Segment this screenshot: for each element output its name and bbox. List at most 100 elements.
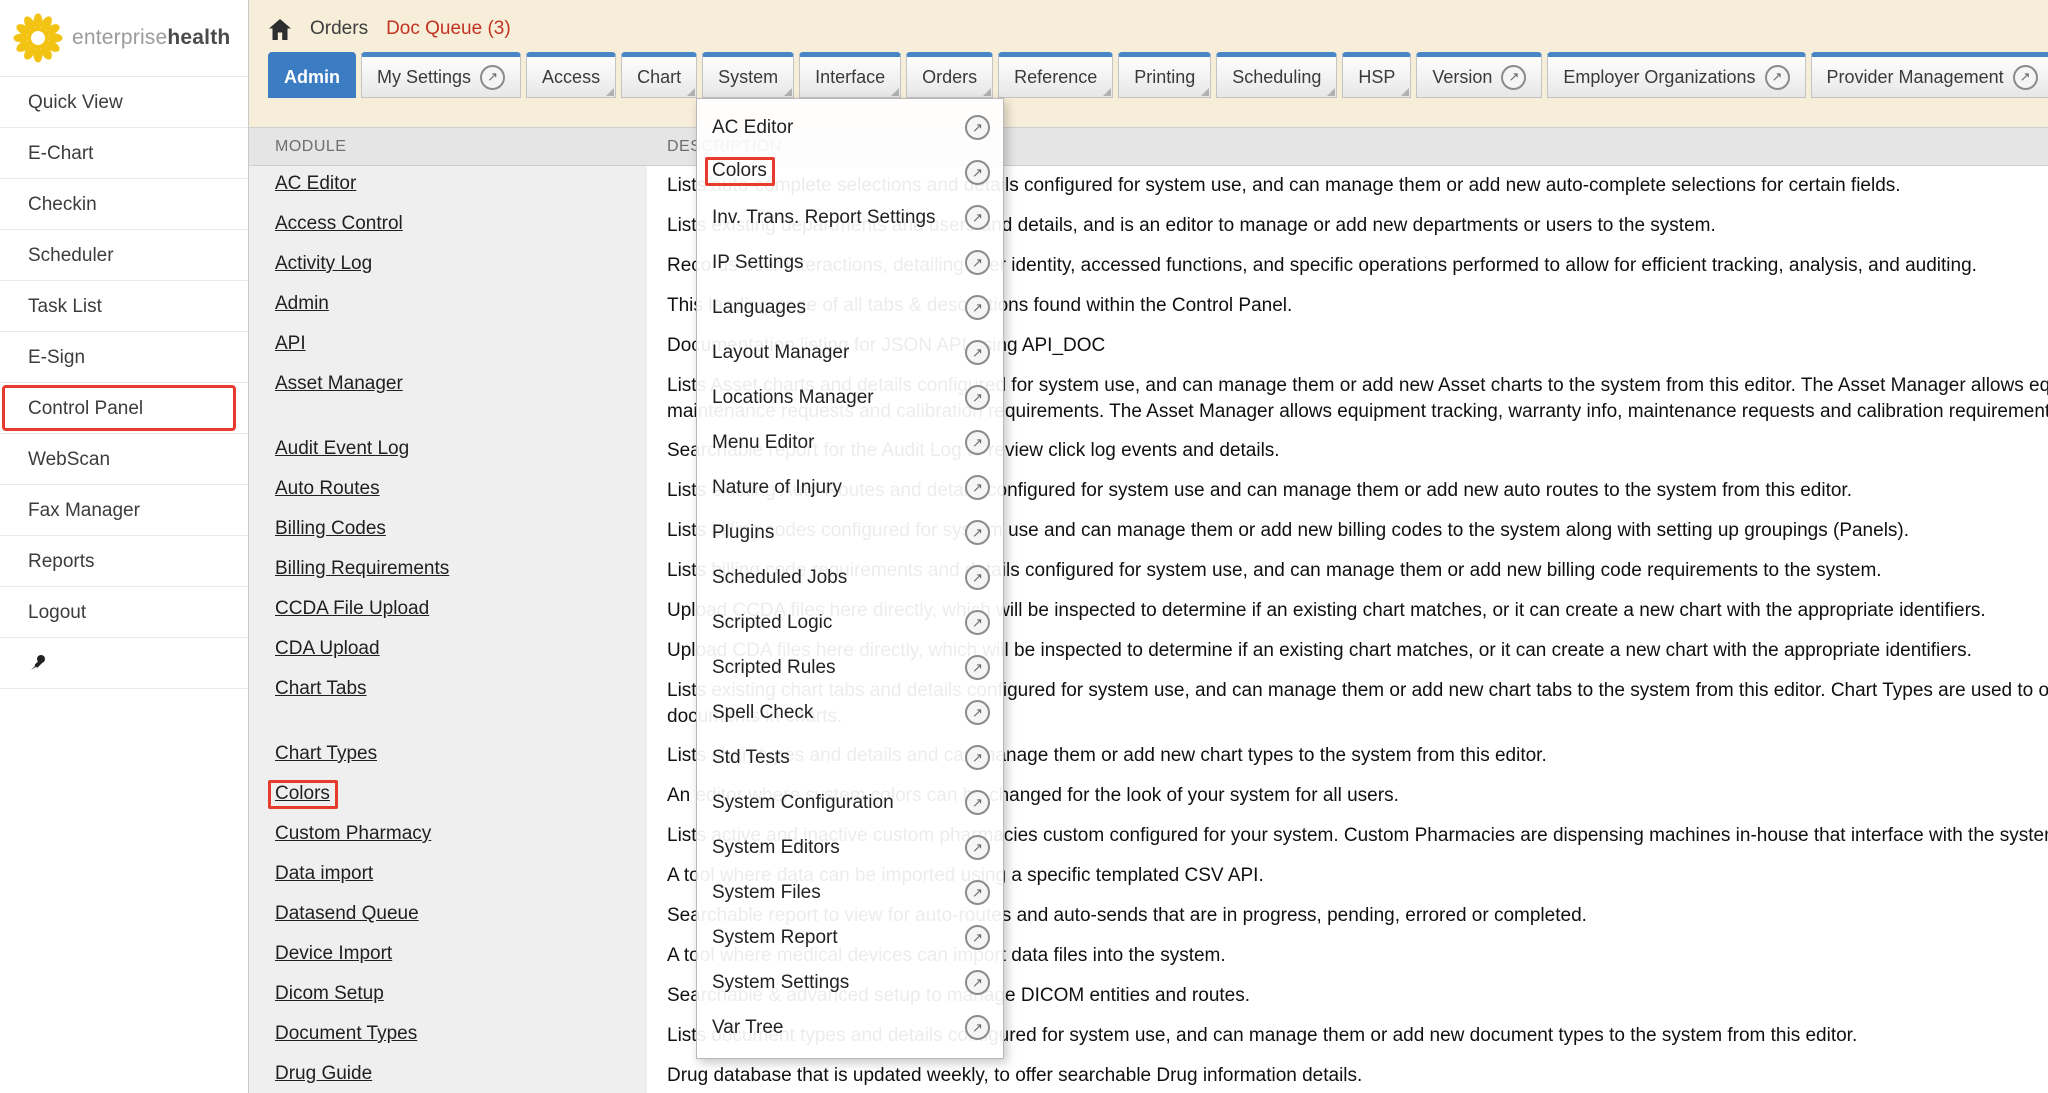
open-in-new-icon[interactable]: ↗ — [965, 655, 990, 680]
system-menu-item[interactable]: System Settings ↗ — [697, 960, 1003, 1005]
open-in-new-icon[interactable]: ↗ — [965, 700, 990, 725]
open-in-new-icon[interactable]: ↗ — [965, 115, 990, 140]
system-menu-item[interactable]: System Report ↗ — [697, 915, 1003, 960]
module-link[interactable]: Drug Guide — [275, 1063, 372, 1084]
tab[interactable]: System ↗ — [702, 52, 794, 98]
tab[interactable]: Interface ↗ — [799, 52, 901, 98]
system-menu-item[interactable]: Menu Editor ↗ — [697, 420, 1003, 465]
module-link[interactable]: CDA Upload — [275, 638, 380, 659]
module-link[interactable]: Billing Requirements — [275, 558, 449, 579]
module-link[interactable]: Admin — [275, 293, 329, 314]
module-link[interactable]: API — [275, 333, 306, 354]
open-in-new-icon[interactable]: ↗ — [965, 925, 990, 950]
open-in-new-icon[interactable]: ↗ — [965, 1015, 990, 1040]
system-menu-item[interactable]: AC Editor ↗ — [697, 105, 1003, 150]
system-menu-item[interactable]: IP Settings ↗ — [697, 240, 1003, 285]
system-menu-item[interactable]: Colors ↗ — [697, 150, 1003, 195]
module-link[interactable]: Chart Tabs — [275, 678, 367, 699]
system-menu-item[interactable]: Scripted Rules ↗ — [697, 645, 1003, 690]
module-link[interactable]: Auto Routes — [275, 478, 380, 499]
sidebar-item[interactable]: E-Sign — [0, 332, 248, 383]
open-in-new-icon[interactable]: ↗ — [965, 745, 990, 770]
system-menu-item[interactable]: Locations Manager ↗ — [697, 375, 1003, 420]
system-menu-item[interactable]: Plugins ↗ — [697, 510, 1003, 555]
module-link[interactable]: Datasend Queue — [275, 903, 419, 924]
open-in-new-icon[interactable]: ↗ — [965, 880, 990, 905]
module-link[interactable]: Document Types — [275, 1023, 417, 1044]
module-link[interactable]: Audit Event Log — [275, 438, 409, 459]
system-menu-item[interactable]: System Files ↗ — [697, 870, 1003, 915]
menu-item-label: System Settings — [712, 972, 849, 993]
table-row: Document Types Lists document types and … — [249, 1016, 2048, 1056]
tab[interactable]: Reference ↗ — [998, 52, 1113, 98]
tab[interactable]: Orders ↗ — [906, 52, 993, 98]
module-link[interactable]: AC Editor — [275, 173, 356, 194]
module-link[interactable]: Chart Types — [275, 743, 377, 764]
module-link[interactable]: Access Control — [275, 213, 403, 234]
module-link[interactable]: Custom Pharmacy — [275, 823, 431, 844]
system-menu-item[interactable]: Scheduled Jobs ↗ — [697, 555, 1003, 600]
open-in-new-icon[interactable]: ↗ — [965, 160, 990, 185]
open-in-new-icon[interactable]: ↗ — [965, 970, 990, 995]
tab[interactable]: Chart ↗ — [621, 52, 697, 98]
open-in-new-icon[interactable]: ↗ — [965, 475, 990, 500]
system-menu-item[interactable]: Nature of Injury ↗ — [697, 465, 1003, 510]
open-in-new-icon[interactable]: ↗ — [965, 790, 990, 815]
sidebar-pin-row — [0, 638, 248, 689]
open-in-new-icon[interactable]: ↗ — [965, 430, 990, 455]
system-menu-item[interactable]: Var Tree ↗ — [697, 1005, 1003, 1050]
sidebar-item[interactable]: Control Panel — [0, 383, 248, 434]
tab[interactable]: Version ↗ — [1416, 52, 1542, 98]
pin-icon[interactable] — [28, 653, 48, 673]
module-link[interactable]: Billing Codes — [275, 518, 386, 539]
module-link[interactable]: Colors — [275, 783, 330, 804]
home-icon[interactable] — [268, 18, 292, 41]
system-menu-item[interactable]: Inv. Trans. Report Settings ↗ — [697, 195, 1003, 240]
open-in-new-icon[interactable]: ↗ — [965, 520, 990, 545]
sidebar-item[interactable]: Logout — [0, 587, 248, 638]
breadcrumb-doc-queue[interactable]: Doc Queue (3) — [386, 18, 511, 40]
system-menu-item[interactable]: Spell Check ↗ — [697, 690, 1003, 735]
open-in-new-icon[interactable]: ↗ — [965, 565, 990, 590]
module-link[interactable]: Device Import — [275, 943, 392, 964]
system-menu-item[interactable]: Std Tests ↗ — [697, 735, 1003, 780]
open-in-new-icon[interactable]: ↗ — [965, 340, 990, 365]
open-in-new-icon[interactable]: ↗ — [965, 250, 990, 275]
module-link[interactable]: Dicom Setup — [275, 983, 384, 1004]
tab-label: Version — [1432, 67, 1492, 88]
tab[interactable]: My Settings ↗ — [361, 52, 521, 98]
sidebar-item[interactable]: E-Chart — [0, 128, 248, 179]
menu-item-label: IP Settings — [712, 252, 804, 273]
sidebar-item[interactable]: Checkin — [0, 179, 248, 230]
open-in-new-icon[interactable]: ↗ — [965, 835, 990, 860]
system-menu-item[interactable]: System Configuration ↗ — [697, 780, 1003, 825]
tab[interactable]: Provider Management ↗ — [1811, 52, 2048, 98]
system-menu-item[interactable]: Languages ↗ — [697, 285, 1003, 330]
system-menu-item[interactable]: Scripted Logic ↗ — [697, 600, 1003, 645]
table-row: Billing Requirements Lists billing code … — [249, 551, 2048, 591]
sidebar-item[interactable]: Scheduler — [0, 230, 248, 281]
tab[interactable]: Admin ↗ — [268, 52, 356, 98]
open-in-new-icon[interactable]: ↗ — [965, 610, 990, 635]
sidebar-item[interactable]: WebScan — [0, 434, 248, 485]
open-in-new-icon[interactable]: ↗ — [965, 385, 990, 410]
breadcrumb-orders[interactable]: Orders — [310, 18, 368, 40]
tab[interactable]: Scheduling ↗ — [1216, 52, 1337, 98]
tab[interactable]: Access ↗ — [526, 52, 616, 98]
module-link[interactable]: Data import — [275, 863, 373, 884]
sidebar-item[interactable]: Quick View — [0, 77, 248, 128]
sidebar-item[interactable]: Reports — [0, 536, 248, 587]
sidebar-item[interactable]: Task List — [0, 281, 248, 332]
tab-label: Reference — [1014, 67, 1097, 88]
system-menu-item[interactable]: Layout Manager ↗ — [697, 330, 1003, 375]
tab[interactable]: Printing ↗ — [1118, 52, 1211, 98]
sidebar-item[interactable]: Fax Manager — [0, 485, 248, 536]
open-in-new-icon[interactable]: ↗ — [965, 205, 990, 230]
tab[interactable]: Employer Organizations ↗ — [1547, 52, 1805, 98]
system-menu-item[interactable]: System Editors ↗ — [697, 825, 1003, 870]
module-link[interactable]: Asset Manager — [275, 373, 403, 394]
module-link[interactable]: Activity Log — [275, 253, 372, 274]
module-link[interactable]: CCDA File Upload — [275, 598, 429, 619]
open-in-new-icon[interactable]: ↗ — [965, 295, 990, 320]
tab[interactable]: HSP ↗ — [1342, 52, 1411, 98]
